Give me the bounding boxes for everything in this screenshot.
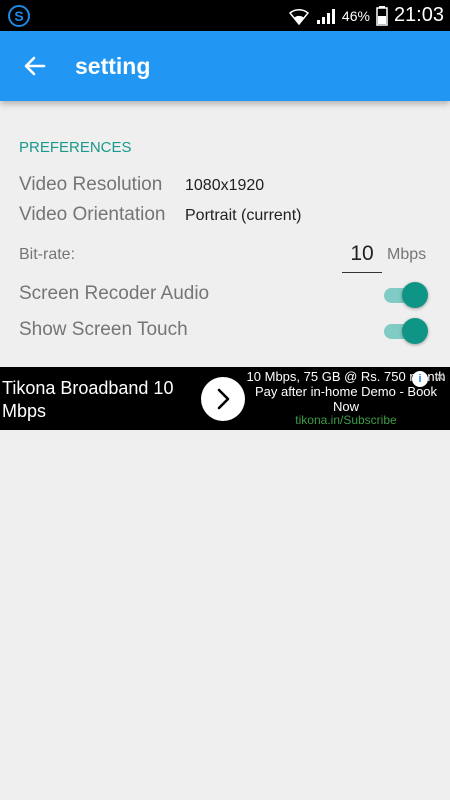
app-bar: setting	[0, 31, 450, 101]
bitrate-input[interactable]	[342, 236, 382, 273]
show-screen-touch-switch[interactable]	[384, 318, 430, 344]
ad-close-icon[interactable]: ✕	[432, 369, 448, 385]
wifi-icon	[288, 8, 309, 25]
video-resolution-label[interactable]: Video Resolution	[19, 174, 162, 196]
show-screen-touch-label: Show Screen Touch	[19, 319, 188, 340]
battery-icon	[376, 5, 388, 26]
page-title: setting	[75, 53, 151, 79]
ad-open-button[interactable]	[201, 377, 245, 421]
video-resolution-value[interactable]: 1080x1920	[185, 177, 264, 195]
back-button[interactable]	[18, 49, 52, 83]
ad-url[interactable]: tikona.in/Subscribe	[246, 413, 446, 427]
video-orientation-label[interactable]: Video Orientation	[19, 204, 165, 226]
video-orientation-value[interactable]: Portrait (current)	[185, 207, 301, 225]
arrow-back-icon	[24, 56, 46, 76]
screen-recorder-audio-switch[interactable]	[384, 282, 430, 308]
section-title-preferences: PREFERENCES	[19, 139, 132, 156]
app-notification-icon: S	[8, 5, 30, 27]
status-bar: S 46% 21:03	[0, 0, 450, 31]
switch-thumb	[402, 282, 428, 308]
ad-banner[interactable]: Tikona Broadband 10 Mbps 10 Mbps, 75 GB …	[0, 367, 450, 430]
screen-recorder-audio-label: Screen Recoder Audio	[19, 283, 210, 304]
clock: 21:03	[393, 4, 444, 26]
status-icons: 46% 21:03	[288, 0, 444, 31]
signal-icon	[316, 8, 335, 24]
bitrate-unit: Mbps	[387, 246, 427, 263]
bitrate-label: Bit-rate:	[19, 246, 76, 263]
chevron-right-icon	[217, 388, 230, 410]
battery-percent: 46%	[341, 7, 370, 24]
ad-info-icon[interactable]: i	[412, 371, 428, 387]
switch-thumb	[402, 318, 428, 344]
ad-headline[interactable]: Tikona Broadband 10 Mbps	[2, 377, 202, 423]
